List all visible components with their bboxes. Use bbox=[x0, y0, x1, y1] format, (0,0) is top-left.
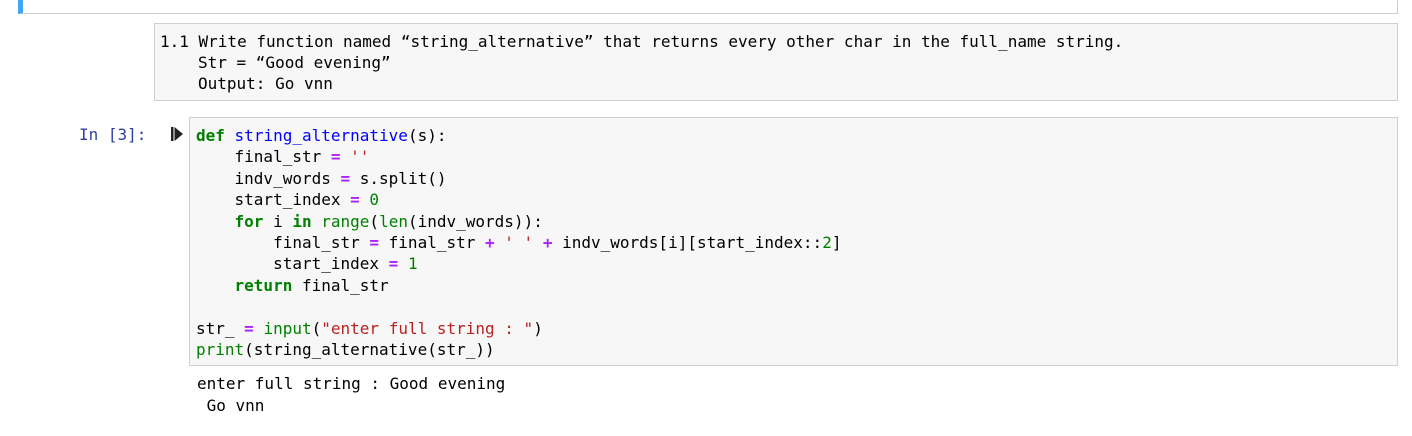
builtin: input bbox=[263, 318, 312, 338]
code-text: str_ bbox=[196, 318, 245, 338]
code-text: ) bbox=[533, 318, 543, 338]
code-text: final_str bbox=[292, 275, 389, 295]
keyword: for bbox=[234, 211, 264, 231]
markdown-line-1: 1.1 Write function named “string_alterna… bbox=[160, 32, 1124, 51]
string-literal: '' bbox=[350, 147, 370, 167]
output-line-2: Go vnn bbox=[197, 396, 265, 415]
markdown-line-3: Output: Go vnn bbox=[198, 74, 333, 93]
output-line-1: enter full string : Good evening bbox=[197, 374, 506, 393]
input-prompt: In [3]: bbox=[79, 125, 147, 144]
code-text: indv_words[i][start_index:: bbox=[552, 232, 823, 252]
code-cell-editor[interactable]: def string_alternative(s): final_str = '… bbox=[189, 117, 1398, 366]
run-triangle-icon[interactable] bbox=[171, 127, 183, 141]
operator: = bbox=[330, 147, 341, 167]
number-literal: 1 bbox=[407, 254, 418, 274]
code-line-7: start_index = 1 bbox=[196, 253, 1397, 274]
code-line-1: def string_alternative(s): bbox=[196, 125, 1397, 146]
code-text: indv_words bbox=[196, 168, 341, 188]
code-line-2: final_str = '' bbox=[196, 146, 1397, 167]
code-line-6: final_str = final_str + ' ' + indv_words… bbox=[196, 232, 1397, 253]
operator: = bbox=[369, 232, 380, 252]
number-literal: 2 bbox=[822, 232, 832, 252]
code-line-3: indv_words = s.split() bbox=[196, 168, 1397, 189]
code-text: ] bbox=[831, 232, 842, 252]
code-text: start_index bbox=[196, 190, 351, 210]
operator: = bbox=[340, 168, 351, 188]
function-name: string_alternative bbox=[234, 126, 408, 145]
keyword: return bbox=[234, 275, 293, 295]
previous-cell[interactable] bbox=[18, 0, 1398, 14]
builtin: print bbox=[196, 339, 245, 359]
code-text: start_index bbox=[196, 254, 389, 274]
code-line-10: str_ = input("enter full string : ") bbox=[196, 318, 1397, 339]
number-literal: 0 bbox=[369, 190, 380, 210]
code-text: ( bbox=[369, 211, 380, 231]
operator: = bbox=[350, 190, 360, 210]
code-line-11: print(string_alternative(str_)) bbox=[196, 339, 1397, 360]
builtin: len bbox=[379, 211, 408, 231]
string-literal: ' ' bbox=[504, 232, 534, 252]
operator: + bbox=[485, 232, 495, 252]
code-text: final_str bbox=[379, 232, 485, 252]
code-line-5: for i in range(len(indv_words)): bbox=[196, 211, 1397, 232]
code-line-8: return final_str bbox=[196, 275, 1397, 296]
string-literal: "enter full string : " bbox=[321, 318, 534, 338]
markdown-line-2: Str = “Good evening” bbox=[198, 53, 391, 72]
operator: = bbox=[388, 254, 399, 274]
operator: = bbox=[244, 318, 254, 338]
code-text: final_str bbox=[196, 147, 331, 167]
code-text: ( bbox=[311, 318, 322, 338]
code-text: (string_alternative(str_)) bbox=[244, 339, 495, 359]
code-line-4: start_index = 0 bbox=[196, 189, 1397, 210]
markdown-cell[interactable]: 1.1 Write function named “string_alterna… bbox=[154, 23, 1398, 101]
code-text: s.split() bbox=[350, 168, 447, 188]
keyword: def bbox=[196, 126, 225, 145]
code-text: (s): bbox=[407, 126, 447, 145]
cell-output: enter full string : Good evening Go vnn bbox=[197, 373, 505, 417]
keyword: in bbox=[292, 211, 312, 231]
code-text: final_str bbox=[196, 232, 370, 252]
builtin: range bbox=[321, 211, 370, 231]
code-text: (indv_words)): bbox=[407, 211, 543, 231]
code-text: i bbox=[263, 211, 293, 231]
